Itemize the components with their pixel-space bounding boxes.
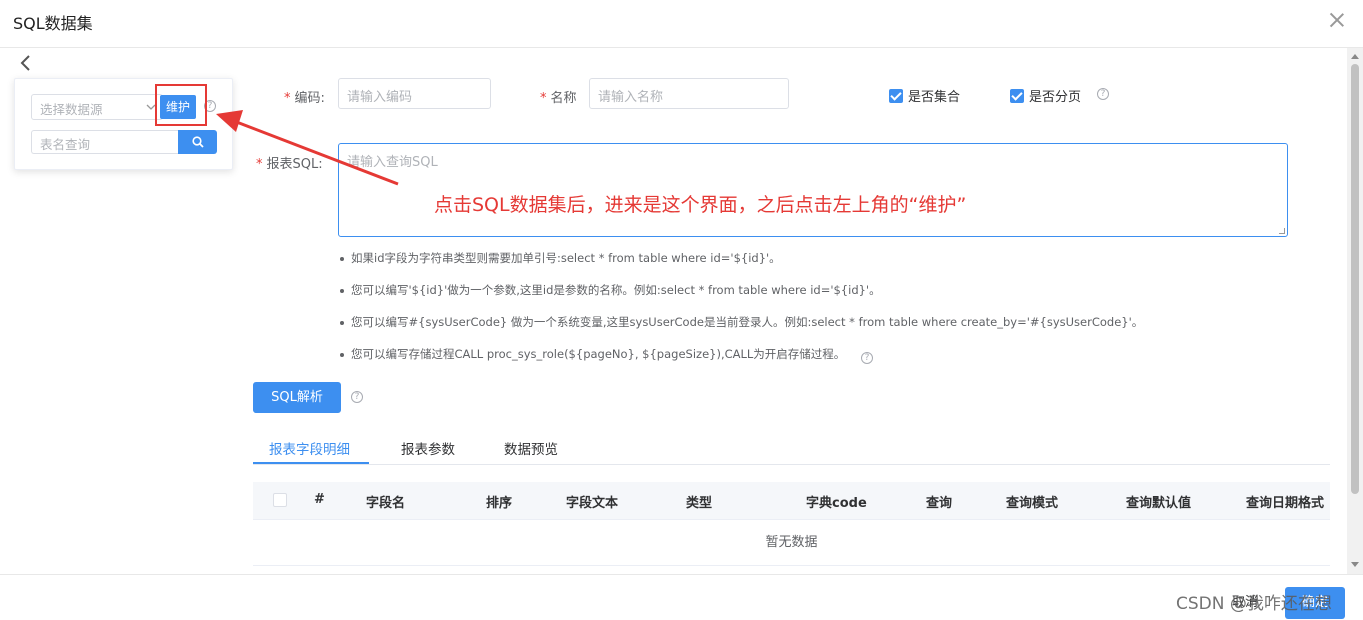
scroll-thumb[interactable] [1351,64,1359,494]
sql-label: * 报表SQL: [256,157,323,172]
is-paging-checkbox[interactable]: 是否分页 [1010,86,1081,105]
column-header: 字典code [806,496,867,511]
sql-parse-button[interactable]: SQL解析 [253,382,341,413]
select-all-checkbox[interactable] [273,493,287,507]
back-arrow-icon[interactable] [18,54,34,72]
help-icon[interactable]: ? [860,352,873,364]
column-header: # [314,492,325,507]
name-input[interactable]: 请输入名称 [589,78,789,109]
tip-item: 您可以编写'${id}'做为一个参数,这里id是参数的名称。例如:select … [340,280,1143,312]
column-header: 类型 [686,496,713,511]
search-icon [192,136,204,148]
resize-handle[interactable] [1279,228,1285,234]
checkbox-checked-icon [889,89,903,103]
column-header: 排序 [486,496,513,511]
datasource-select-placeholder: 选择数据源 [40,102,103,117]
table-header: # 字段名 排序 字段文本 类型 字典code 查询 查询模式 查询默认值 查询… [253,482,1330,520]
code-label: * 编码: [284,91,325,106]
tab-report-params[interactable]: 报表参数 [401,438,455,458]
help-icon[interactable]: ? [1097,88,1109,100]
is-collection-checkbox[interactable]: 是否集合 [889,86,960,105]
scroll-up-icon[interactable] [1351,54,1359,59]
tab-field-details[interactable]: 报表字段明细 [269,438,350,458]
table-search-input[interactable]: 表名查询 [31,130,179,154]
tip-item: 如果id字段为字符串类型则需要加单引号:select * from table … [340,248,1143,280]
checkbox-checked-icon [1010,89,1024,103]
dialog-title: SQL数据集 [13,14,93,33]
column-header: 查询默认值 [1126,496,1192,511]
watermark: CSDN @我咋还在想 [1176,594,1332,614]
scrollbar[interactable] [1347,48,1363,574]
tip-item: 您可以编写存储过程CALL proc_sys_role(${pageNo}, $… [340,344,1143,376]
dialog-header: SQL数据集 [0,0,1363,48]
column-header: 查询日期格式 [1246,496,1325,511]
tip-item: 您可以编写#{sysUserCode} 做为一个系统变量,这里sysUserCo… [340,312,1143,344]
tabs: 报表字段明细 报表参数 数据预览 [253,430,1330,465]
empty-state: 暂无数据 [253,520,1330,566]
annotation-text: 点击SQL数据集后，进来是这个界面，之后点击左上角的“维护” [434,194,967,216]
sql-tips-list: 如果id字段为字符串类型则需要加单引号:select * from table … [340,248,1143,376]
column-header: 字段名 [366,496,406,511]
dialog-footer: 取消 确定 CSDN @我咋还在想 [0,574,1363,620]
table-search-button[interactable] [178,130,217,154]
highlight-box [155,84,207,126]
column-header: 查询 [926,496,953,511]
help-icon[interactable]: ? [351,391,363,403]
datasource-select[interactable]: 选择数据源 [31,94,163,120]
code-input[interactable]: 请输入编码 [338,78,491,109]
scroll-down-icon[interactable] [1351,562,1359,567]
tab-data-preview[interactable]: 数据预览 [504,438,558,458]
column-header: 查询模式 [1006,496,1059,511]
sql-placeholder: 请输入查询SQL [347,155,438,170]
active-tab-indicator [253,462,369,464]
column-header: 字段文本 [566,496,619,511]
name-label: * 名称 [540,91,577,106]
close-icon[interactable] [1329,12,1345,28]
